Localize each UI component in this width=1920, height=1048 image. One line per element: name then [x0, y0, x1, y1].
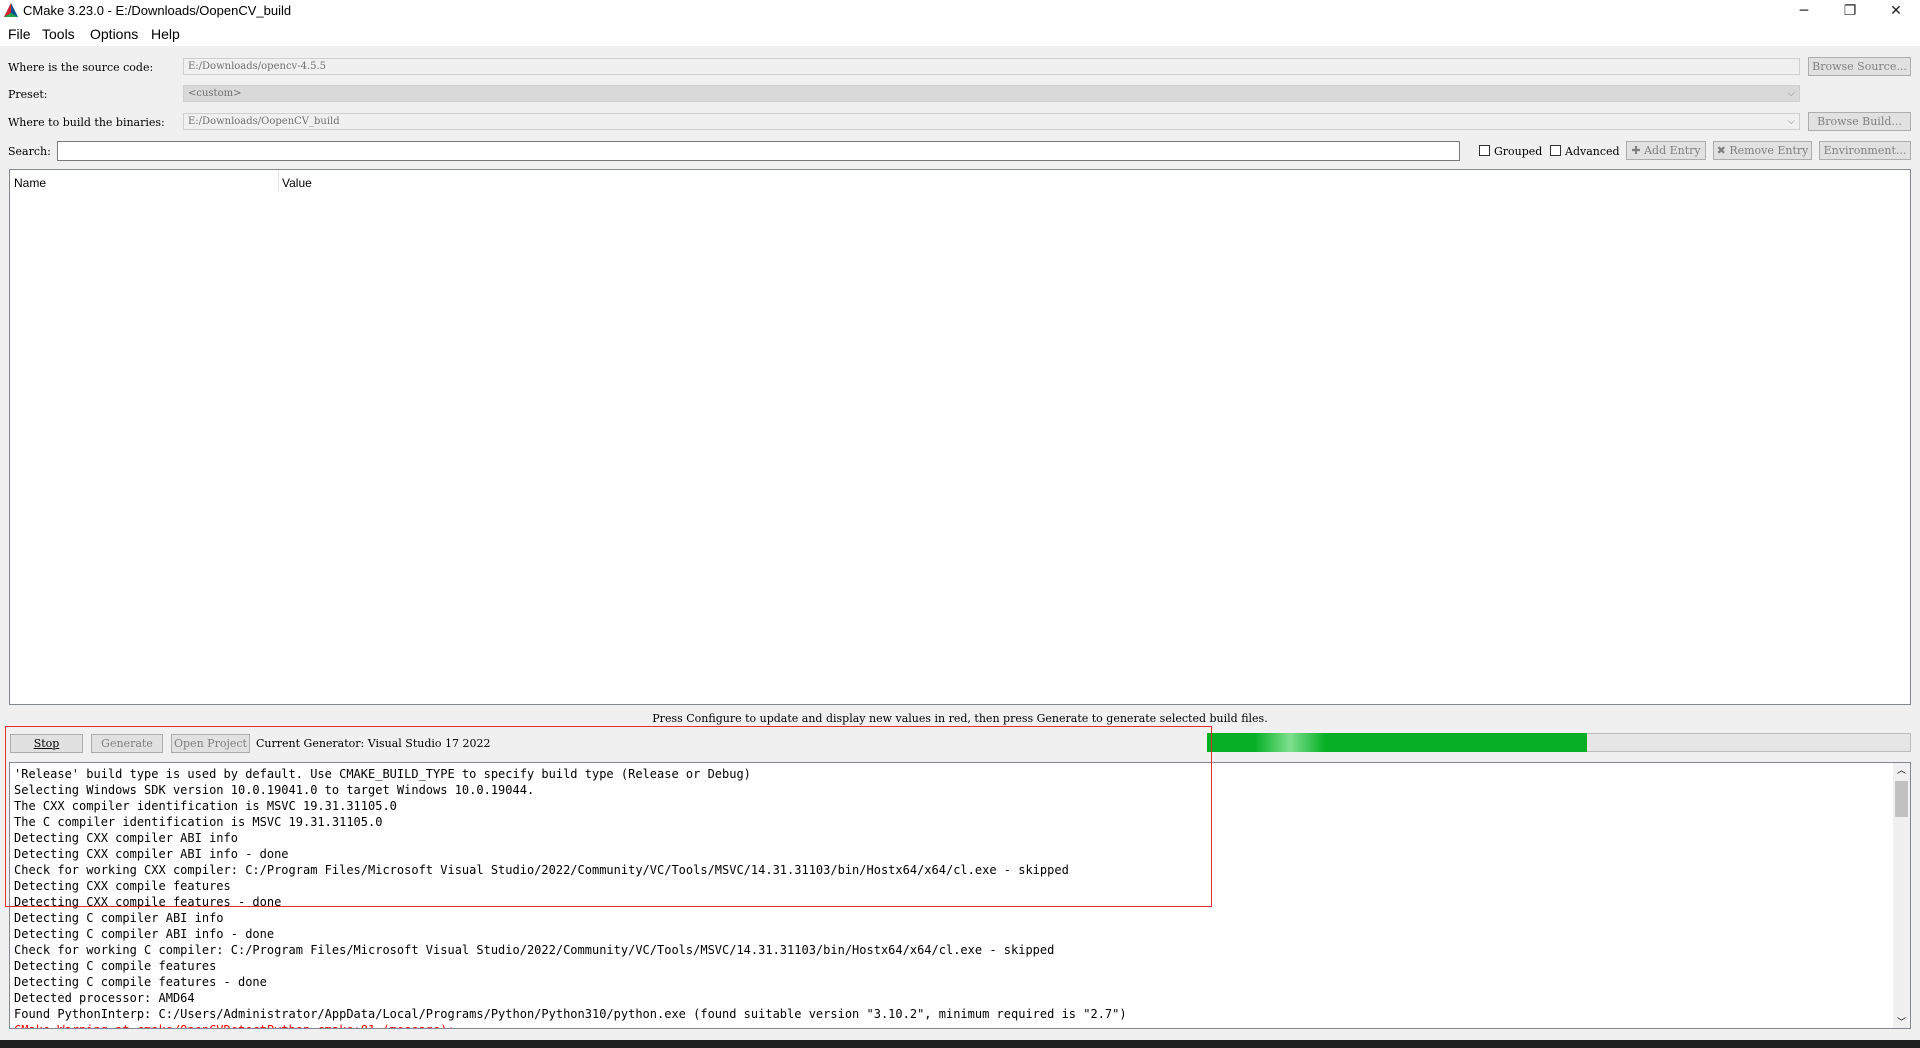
- log-line: Detecting CXX compiler ABI info - done: [14, 847, 289, 861]
- advanced-label: Advanced: [1565, 145, 1620, 158]
- menu-tools[interactable]: Tools: [42, 26, 75, 42]
- log-line: Detecting CXX compiler ABI info: [14, 831, 238, 845]
- preset-value: <custom>: [188, 88, 242, 99]
- log-line: 'Release' build type is used by default.…: [14, 767, 751, 781]
- log-line: Detecting CXX compile features: [14, 879, 231, 893]
- search-label: Search:: [8, 145, 51, 158]
- log-line: Selecting Windows SDK version 10.0.19041…: [14, 783, 535, 797]
- log-line: Detecting C compile features: [14, 959, 217, 973]
- build-path-combobox[interactable]: E:/Downloads/OopenCV_build ⌵: [183, 113, 1800, 130]
- close-button[interactable]: ✕: [1873, 0, 1919, 22]
- environment-button[interactable]: Environment...: [1819, 141, 1911, 160]
- menu-help[interactable]: Help: [151, 26, 180, 42]
- build-path-value: E:/Downloads/OopenCV_build: [188, 116, 340, 127]
- title-bar: CMake 3.23.0 - E:/Downloads/OopenCV_buil…: [0, 0, 1920, 22]
- log-scrollbar[interactable]: ︿ ﹀: [1893, 763, 1910, 1028]
- log-line: Detecting CXX compile features - done: [14, 895, 282, 909]
- add-entry-label: Add Entry: [1644, 144, 1701, 157]
- add-entry-button[interactable]: ✚ Add Entry: [1626, 141, 1706, 160]
- cache-table[interactable]: Name Value: [9, 169, 1911, 705]
- browse-source-button[interactable]: Browse Source...: [1808, 57, 1911, 76]
- column-header-value[interactable]: Value: [282, 176, 312, 190]
- chevron-down-icon: ⌵: [1787, 116, 1795, 127]
- chevron-down-icon: ⌵: [1787, 88, 1795, 99]
- source-path-field[interactable]: E:/Downloads/opencv-4.5.5: [183, 58, 1800, 75]
- plus-icon: ✚: [1631, 144, 1641, 157]
- log-line: Check for working C compiler: C:/Program…: [14, 943, 1055, 957]
- column-divider[interactable]: [278, 170, 279, 192]
- preset-combobox[interactable]: <custom> ⌵: [183, 85, 1800, 102]
- log-line: Detecting C compiler ABI info: [14, 911, 224, 925]
- log-line: Found PythonInterp: C:/Users/Administrat…: [14, 1007, 1127, 1021]
- search-input[interactable]: [57, 141, 1460, 161]
- log-line: The C compiler identification is MSVC 19…: [14, 815, 383, 829]
- progress-shine: [1255, 733, 1325, 752]
- current-generator: Current Generator: Visual Studio 17 2022: [256, 737, 491, 750]
- output-log[interactable]: 'Release' build type is used by default.…: [9, 762, 1911, 1029]
- configure-hint: Press Configure to update and display ne…: [652, 712, 1268, 725]
- menu-bar: File Tools Options Help: [0, 22, 1920, 46]
- log-line: CMake Warning at cmake/OpenCVDetectPytho…: [14, 1023, 455, 1028]
- build-label: Where to build the binaries:: [8, 116, 165, 129]
- scroll-thumb[interactable]: [1895, 781, 1908, 817]
- scroll-down-icon[interactable]: ﹀: [1897, 1015, 1906, 1028]
- taskbar: [0, 1040, 1920, 1048]
- remove-icon: ✖: [1716, 144, 1726, 157]
- menu-options[interactable]: Options: [90, 26, 138, 42]
- advanced-checkbox[interactable]: [1550, 145, 1561, 156]
- generate-button[interactable]: Generate: [91, 734, 163, 753]
- maximize-button[interactable]: ❐: [1827, 0, 1873, 22]
- cmake-logo-icon: [4, 3, 18, 17]
- column-header-name[interactable]: Name: [14, 176, 46, 190]
- preset-label: Preset:: [8, 88, 48, 101]
- window-title: CMake 3.23.0 - E:/Downloads/OopenCV_buil…: [23, 3, 292, 18]
- log-line: Detecting C compiler ABI info - done: [14, 927, 275, 941]
- log-line: The CXX compiler identification is MSVC …: [14, 799, 397, 813]
- open-project-button[interactable]: Open Project: [171, 734, 250, 753]
- remove-entry-button[interactable]: ✖ Remove Entry: [1713, 141, 1812, 160]
- minimize-button[interactable]: ─: [1781, 0, 1827, 22]
- grouped-label: Grouped: [1494, 145, 1543, 158]
- source-label: Where is the source code:: [8, 61, 154, 74]
- stop-button[interactable]: Stop: [10, 734, 83, 753]
- browse-build-button[interactable]: Browse Build...: [1808, 112, 1911, 131]
- remove-entry-label: Remove Entry: [1729, 144, 1809, 157]
- menu-file[interactable]: File: [8, 26, 31, 42]
- log-line: Check for working CXX compiler: C:/Progr…: [14, 863, 1069, 877]
- grouped-checkbox[interactable]: [1479, 145, 1490, 156]
- scroll-up-icon[interactable]: ︿: [1897, 763, 1906, 776]
- log-line: Detected processor: AMD64: [14, 991, 195, 1005]
- log-line: Detecting C compile features - done: [14, 975, 267, 989]
